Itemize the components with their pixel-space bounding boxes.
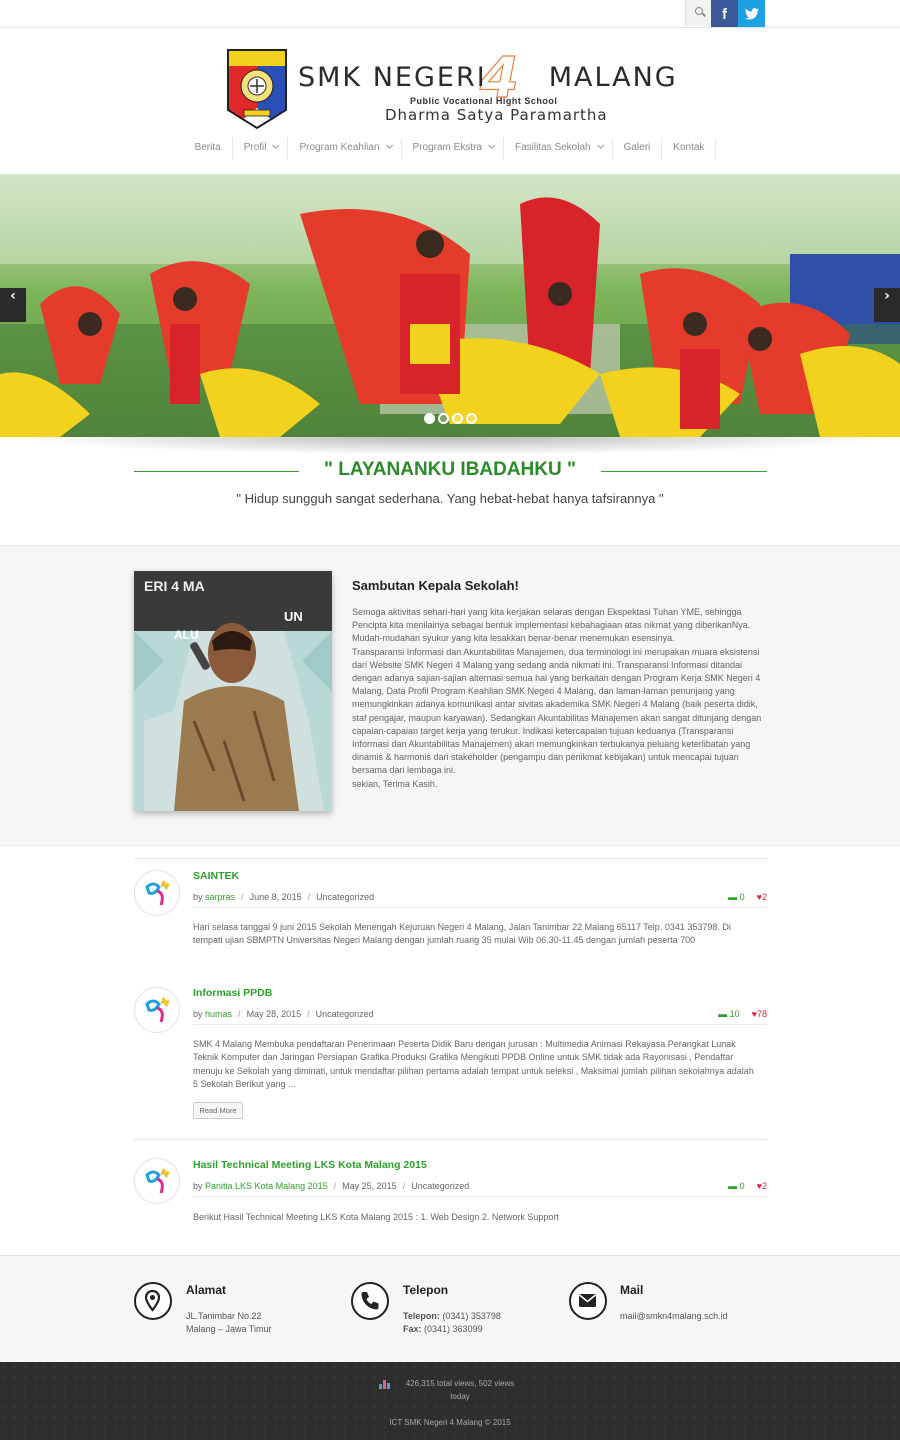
chevron-down-icon [385,141,393,149]
comment-icon: ▬ [718,1009,728,1019]
comment-count[interactable]: ▬ 0 [728,1181,745,1191]
post-meta: by sarpras / June 8, 2015/Uncategorized ▬ … [193,892,767,908]
slider-image [0,174,900,437]
post-excerpt: Hari selasa tanggal 9 juni 2015 Sekolah … [193,922,731,946]
search-button[interactable] [685,0,711,26]
post-item: Hasil Technical Meeting LKS Kota Malang … [134,1139,767,1239]
like-count[interactable]: ♥2 [757,892,767,902]
post-excerpt: Berikut Hasil Technical Meeting LKS Kota… [193,1212,559,1222]
author-avatar[interactable] [134,1158,180,1204]
facebook-button[interactable]: f [711,0,738,27]
twitter-button[interactable] [738,0,765,27]
post-title[interactable]: Informasi PPDB [193,987,272,999]
chevron-down-icon [488,141,496,149]
post-excerpt: SMK 4 Malang Membuka pendaftaran Penerim… [193,1039,754,1089]
phone-text: Telepon: (0341) 353798 Fax: (0341) 36309… [403,1311,501,1334]
nav-item-fasilitas-sekolah[interactable]: Fasilitas Sekolah [504,138,613,160]
stats-chart-icon [379,1376,391,1389]
post-meta: by Panitia LKS Kota Malang 2015/May 25, … [193,1181,767,1197]
post-author-link[interactable]: sarpras [205,892,235,902]
nav-item-galeri[interactable]: Galeri [613,138,663,160]
nav-item-program-keahlian[interactable]: Program Keahlian [288,138,402,160]
like-count[interactable]: ♥2 [757,1181,767,1191]
phone-title: Telepon [403,1283,449,1297]
address-title: Alamat [186,1283,227,1297]
post-category[interactable]: Uncategorized [316,1009,374,1019]
brand-name: SMK NEGERI MALANG [298,62,678,93]
school-logo[interactable] [226,48,288,130]
author-avatar[interactable] [134,870,180,916]
comment-count[interactable]: ▬ 10 [718,1009,740,1019]
school-brand: 4 SMK NEGERI MALANG Public Vocational Hig… [298,45,678,130]
tagline-title: " LAYANANKU IBADAHKU " [323,459,577,480]
top-bar [0,0,900,28]
address-text: JL.Tanimbar No.22 Malang – Jawa Timur [186,1311,272,1334]
post-title[interactable]: Hasil Technical Meeting LKS Kota Malang … [193,1159,427,1171]
brand-subtitle: Public Vocational Hight School [410,96,558,106]
slider-dot[interactable] [438,413,449,424]
nav-item-berita[interactable]: Berita [184,138,233,160]
chevron-down-icon [596,141,604,149]
post-item: Informasi PPDB by humas / May 28, 2015/Unc… [134,970,767,1130]
brand-motto: Dharma Satya Paramartha [385,106,608,124]
slider-prev-button[interactable]: ‹ [0,288,26,322]
comment-icon: ▬ [728,892,738,902]
post-date: June 8, 2015 [249,892,302,902]
twitter-icon [744,8,759,20]
slider-next-button[interactable]: › [874,288,900,322]
mail-icon [569,1282,607,1320]
welcome-title: Sambutan Kepala Sekolah! [352,578,519,593]
post-author-link[interactable]: humas [205,1009,232,1019]
comment-count[interactable]: ▬ 0 [728,892,745,902]
post-item: SAINTEK by sarpras / June 8, 2015/Uncatego… [134,858,767,958]
slider-dot[interactable] [466,413,477,424]
slider-dot[interactable] [424,413,435,424]
svg-text:UN: UN [284,609,303,624]
copyright: ICT SMK Negeri 4 Malang © 2015 [389,1418,511,1427]
post-meta: by humas / May 28, 2015/Uncategorized ▬ 10… [193,1009,767,1025]
svg-text:ERI 4 MA: ERI 4 MA [144,578,205,594]
post-date: May 25, 2015 [342,1181,397,1191]
main-nav: Berita Profil Program Keahlian Program Ekst… [0,138,900,160]
post-category[interactable]: Uncategorized [411,1181,469,1191]
author-avatar[interactable] [134,987,180,1033]
slider-dot[interactable] [452,413,463,424]
post-category[interactable]: Uncategorized [316,892,374,902]
principal-photo: ERI 4 MA UN ALU [134,571,332,811]
chevron-down-icon [272,141,280,149]
slider-pagination [424,411,480,424]
post-title[interactable]: SAINTEK [193,870,239,882]
svg-text:ALU: ALU [174,628,199,642]
mail-address[interactable]: mail@smkn4malang.sch.id [620,1310,728,1323]
post-author-link[interactable]: Panitia LKS Kota Malang 2015 [205,1181,328,1191]
nav-item-program-ekstra[interactable]: Program Ekstra [402,138,504,160]
comment-icon: ▬ [728,1181,738,1191]
welcome-body: Semoga aktivitas sehari-hari yang kita k… [352,607,762,789]
hero-slider[interactable] [0,174,900,437]
view-stats: 426,315 total views, 502 views today [405,1379,515,1401]
nav-item-kontak[interactable]: Kontak [662,138,717,160]
phone-icon [351,1282,389,1320]
post-date: May 28, 2015 [246,1009,302,1019]
like-count[interactable]: ♥78 [752,1009,767,1019]
read-more-button[interactable]: Read More [193,1102,243,1119]
mail-title: Mail [620,1283,644,1297]
location-pin-icon [134,1282,172,1320]
nav-item-profil[interactable]: Profil [233,138,289,160]
tagline-subtitle: " Hidup sungguh sangat sederhana. Yang h… [236,491,664,506]
